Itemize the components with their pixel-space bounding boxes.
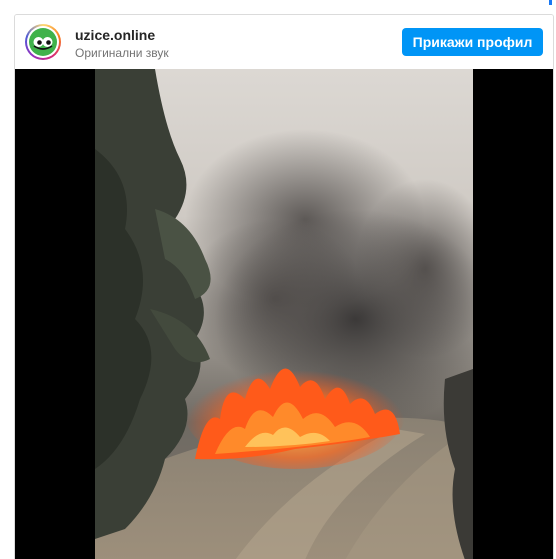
avatar[interactable] [25, 24, 61, 60]
embed-header: uzice.online Оригинални звук Прикажи про… [15, 15, 553, 69]
eyes-logo-icon [29, 28, 57, 56]
audio-label[interactable]: Оригинални звук [75, 46, 169, 60]
fire-scene-image [95, 69, 473, 559]
video-player[interactable] [15, 69, 553, 559]
view-profile-button[interactable]: Прикажи профил [402, 28, 543, 56]
instagram-embed: uzice.online Оригинални звук Прикажи про… [14, 14, 554, 559]
page: uzice.online Оригинални звук Прикажи про… [0, 0, 556, 559]
corner-accent [549, 0, 552, 5]
video-frame-fire-scene [95, 69, 473, 559]
account-name-link[interactable]: uzice.online [75, 27, 155, 43]
